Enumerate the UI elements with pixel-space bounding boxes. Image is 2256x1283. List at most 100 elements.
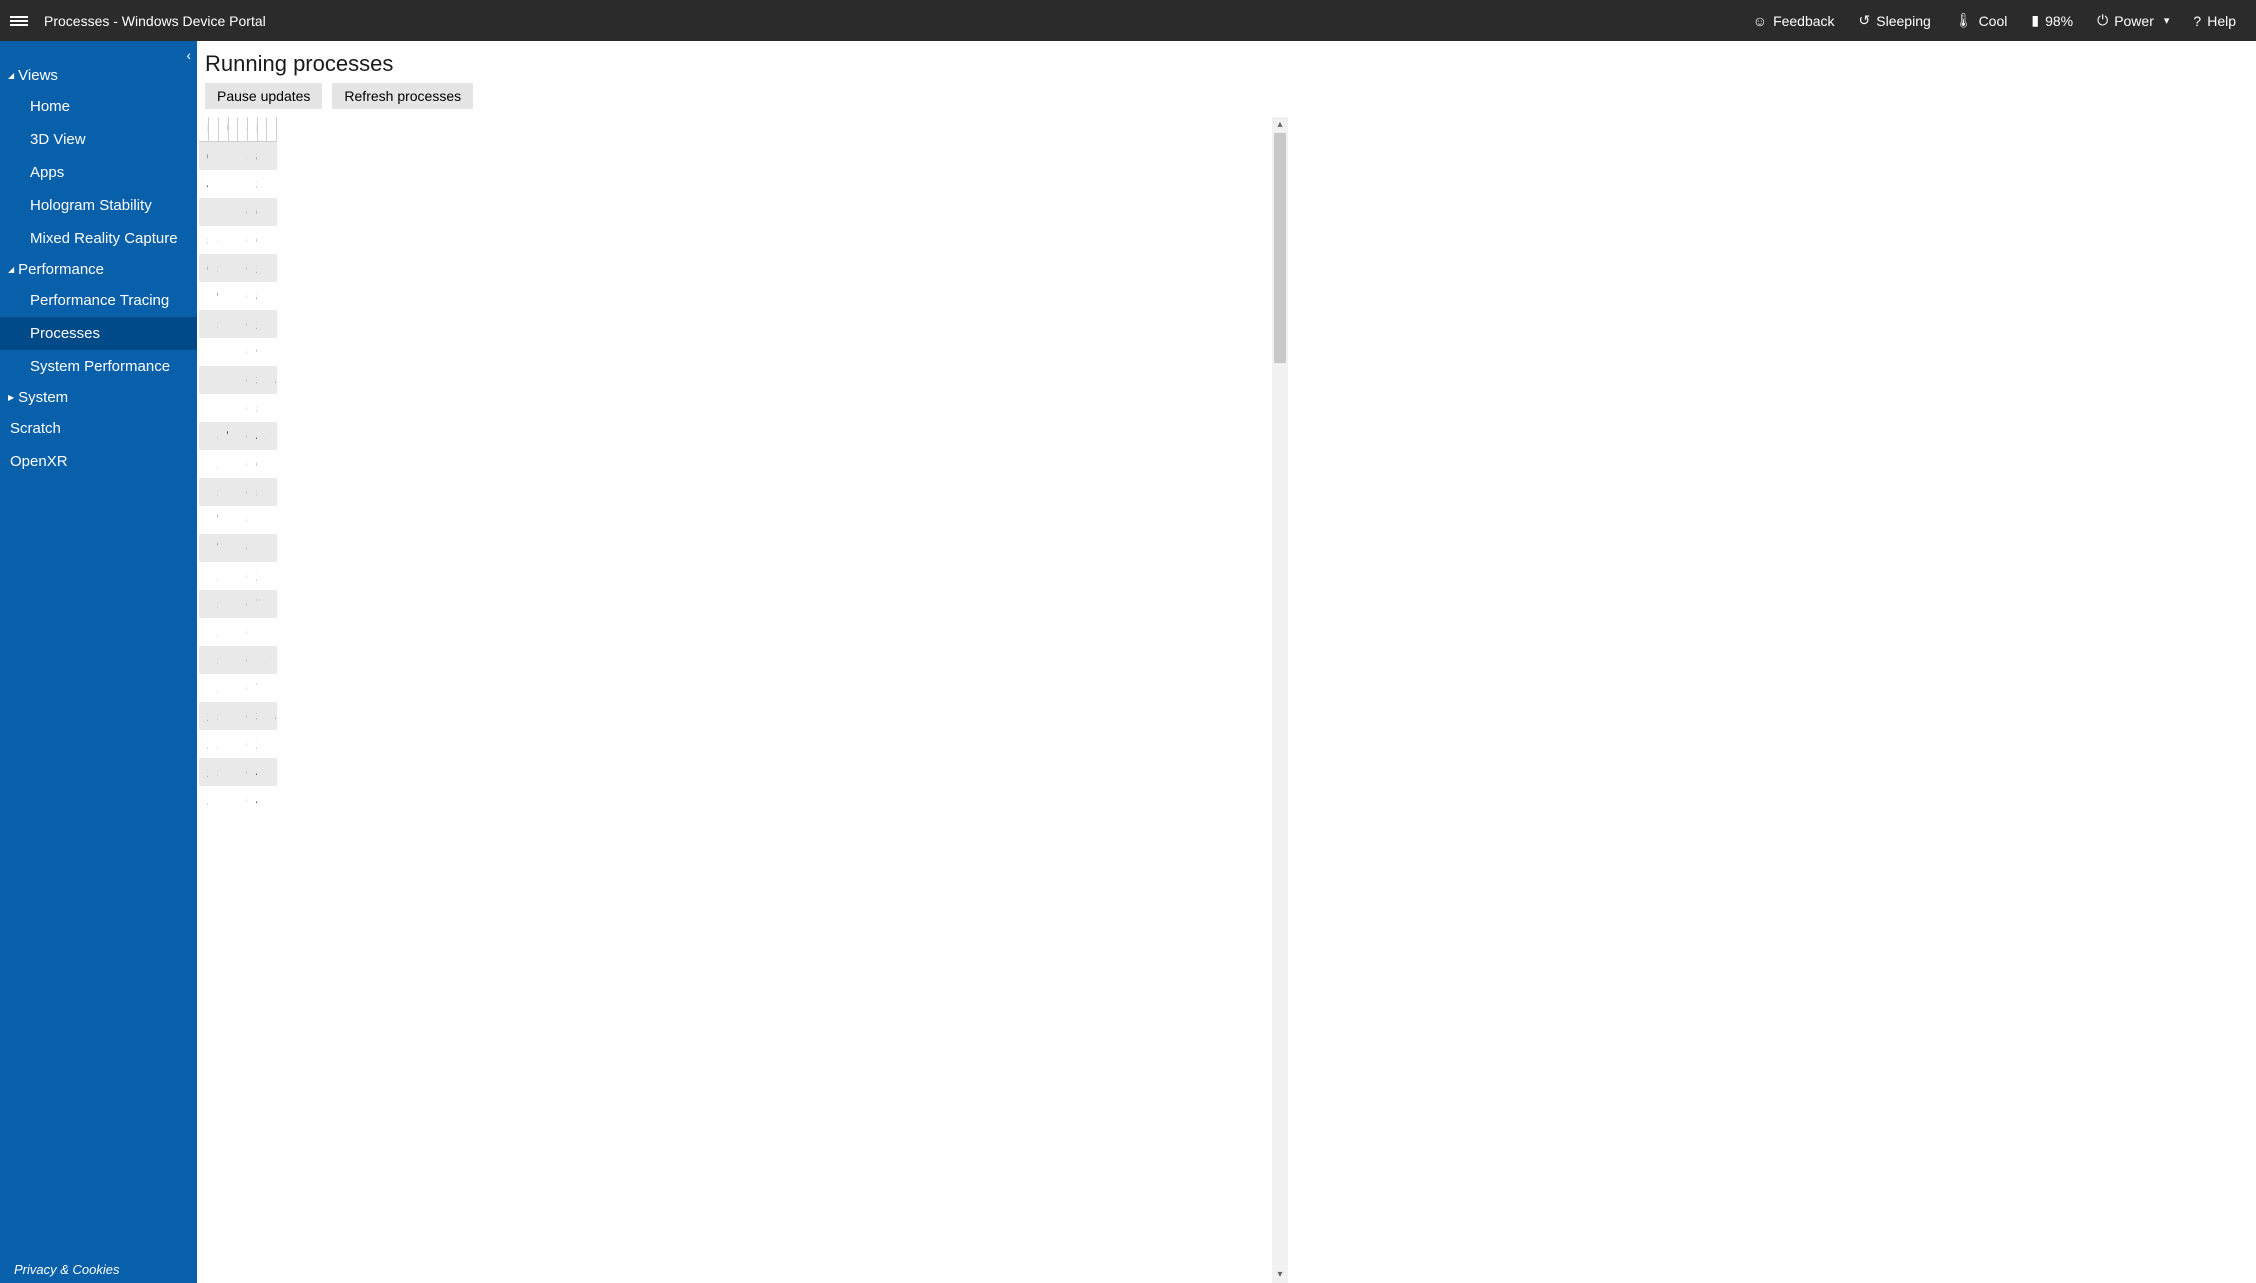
column-header-ws[interactable]: Working Set: [257, 117, 267, 142]
table-row[interactable]: 140NT AUTHORITY\SYSTEM00.00%6.2 MB32.8 M…: [199, 198, 277, 226]
cell-pid: 0: [199, 142, 209, 170]
table-row[interactable]: 1648WUDFHost.exeNT AUTHORITY\LOCAL …00.0…: [199, 534, 277, 562]
sidebar-group-views[interactable]: ◢Views: [0, 61, 197, 90]
cell-pid: 1200: [199, 366, 209, 394]
table-row[interactable]: 2260Spectrum.exeNT AUTHORITY\LOCAL …00.0…: [199, 786, 277, 814]
table-row[interactable]: 1916svchost.exeNT AUTHORITY\SYSTEM00.00%…: [199, 674, 277, 702]
table-row[interactable]: 564csrss.exeNT AUTHORITY\SYSTEM00.00%688…: [199, 226, 277, 254]
cell-cs: 2.0 MB: [267, 534, 277, 562]
table-row[interactable]: 1124wininit.exeNT AUTHORITY\SYSTEM00.00%…: [199, 282, 277, 310]
table-row[interactable]: 1292dwm.exeWindow Manager\DWM…00.00%413.…: [199, 422, 277, 450]
table-row[interactable]: 600smss.exeNT AUTHORITY\SYSTEM00.00%268.…: [199, 254, 277, 282]
sidebar-group-performance[interactable]: ◢Performance: [0, 255, 197, 284]
sidebar-item-apps[interactable]: Apps: [0, 156, 197, 189]
refresh-processes-button[interactable]: Refresh processes: [332, 83, 473, 109]
cell-cs: N/A: [267, 226, 277, 254]
table-row[interactable]: 2024svchost.exeNT AUTHORITY\LOCAL …00.00…: [199, 730, 277, 758]
sleep-label: Sleeping: [1876, 13, 1931, 29]
cell-pid: 1400: [199, 478, 209, 506]
hamburger-menu-icon[interactable]: [10, 14, 28, 28]
scroll-down-arrow-icon[interactable]: ▾: [1272, 1267, 1288, 1283]
scroll-up-arrow-icon[interactable]: ▴: [1272, 117, 1288, 133]
table-row[interactable]: 1164services.exeNT AUTHORITY\SYSTEM00.00…: [199, 310, 277, 338]
cell-sid: 0: [228, 310, 238, 338]
cell-cpu: 0.00%: [238, 366, 248, 394]
privacy-link[interactable]: Privacy & Cookies: [0, 1256, 197, 1283]
cell-pws: 268.0 KB: [247, 254, 257, 282]
table-row[interactable]: 4SystemNT AUTHORITY\SYSTEM014.58%32.0 KB…: [199, 170, 277, 198]
pause-updates-button[interactable]: Pause updates: [205, 83, 322, 109]
thermometer-icon: 🌡: [1955, 12, 1973, 29]
column-header-cpu[interactable]: CPU: [238, 117, 248, 142]
column-header-user[interactable]: User name: [218, 117, 228, 142]
column-header-cs[interactable]: Commit Size: [267, 117, 277, 142]
table-row[interactable]: 1852svchost.exeNT AUTHORITY\LOCAL …00.00…: [199, 618, 277, 646]
cell-pid: 1124: [199, 282, 209, 310]
sidebar-item-hologram-stability[interactable]: Hologram Stability: [0, 189, 197, 222]
cell-sid: 0: [228, 758, 238, 786]
cell-pws: 2.9 MB: [247, 310, 257, 338]
table-row[interactable]: 1200HoloCameraApp.exeREDMOND\ambillin00.…: [199, 366, 277, 394]
cell-pws: 1.1 MB: [247, 534, 257, 562]
thermal-status: 🌡 Cool: [1955, 12, 2008, 29]
sidebar-collapse-button[interactable]: ‹: [186, 47, 191, 63]
sidebar-item-system-performance[interactable]: System Performance: [0, 350, 197, 383]
table-row[interactable]: 1400svchost.exeNT AUTHORITY\NETWO…00.33%…: [199, 478, 277, 506]
sidebar-group-system[interactable]: ▶System: [0, 383, 197, 412]
cell-name: System Idle Process: [209, 142, 219, 170]
cell-user: HOLOLENS-P3NAQ6\De…: [218, 758, 228, 786]
history-icon: ↺: [1859, 12, 1871, 29]
cell-sid: 0: [228, 730, 238, 758]
feedback-label: Feedback: [1773, 13, 1834, 29]
table-row[interactable]: 1240NT AUTHORITY\SYSTEM00.00%59.9 MB59.9…: [199, 394, 277, 422]
cell-sid: 0: [228, 646, 238, 674]
table-row[interactable]: 1184lsass.exeNT AUTHORITY\SYSTEM00.00%9.…: [199, 338, 277, 366]
vertical-scrollbar[interactable]: ▴ ▾: [1272, 117, 1288, 1283]
cell-cs: 8.7 MB: [267, 590, 277, 618]
help-button[interactable]: ? Help: [2193, 13, 2236, 29]
sidebar-item-openxr[interactable]: OpenXR: [0, 445, 197, 478]
table-row[interactable]: 1860svchost.exeNT AUTHORITY\LOCAL …00.00…: [199, 646, 277, 674]
scroll-thumb[interactable]: [1274, 133, 1286, 363]
table-row[interactable]: 2016svchost.exeNT AUTHORITY\LOCAL …00.00…: [199, 702, 277, 730]
cell-ws: 17.6 MB: [257, 590, 267, 618]
cell-name: svchost.exe: [209, 674, 219, 702]
cell-pid: 1656: [199, 562, 209, 590]
column-header-pws[interactable]: Private Working Set: [247, 117, 257, 142]
table-row[interactable]: 1300svchost.exeNT AUTHORITY\SYSTEM00.00%…: [199, 450, 277, 478]
cell-ws: 128.0 KB: [257, 170, 267, 198]
cell-cpu: 0.00%: [238, 786, 248, 814]
battery-status: ▮ 98%: [2031, 12, 2073, 29]
cell-ws: 34.4 MB: [257, 674, 267, 702]
sidebar-item-3d-view[interactable]: 3D View: [0, 123, 197, 156]
cell-name: dwm.exe: [209, 422, 219, 450]
cell-user: NT AUTHORITY\SYSTEM: [218, 310, 228, 338]
cell-user: NT AUTHORITY\SYSTEM: [218, 198, 228, 226]
power-menu-button[interactable]: ⏻ Power: [2097, 12, 2169, 29]
cell-cpu: 0.00%: [238, 282, 248, 310]
cell-pws: 26.0 MB: [247, 562, 257, 590]
table-row[interactable]: 2216sihost.exeHOLOLENS-P3NAQ6\De…00.33%4…: [199, 758, 277, 786]
sidebar-item-home[interactable]: Home: [0, 90, 197, 123]
table-row[interactable]: 0System Idle ProcessNT AUTHORITY\SYSTEM0…: [199, 142, 277, 170]
sidebar-item-mixed-reality-capture[interactable]: Mixed Reality Capture: [0, 222, 197, 255]
table-row[interactable]: 1656svchost.exeNT AUTHORITY\SYSTEM00.00%…: [199, 562, 277, 590]
cell-sid: 0: [228, 170, 238, 198]
cell-cpu: 0.00%: [238, 338, 248, 366]
cell-pws: 3.1 MB: [247, 702, 257, 730]
column-header-pid[interactable]: PID: [199, 117, 209, 142]
cell-user: NT AUTHORITY\SYSTEM: [218, 142, 228, 170]
sidebar-item-scratch[interactable]: Scratch: [0, 412, 197, 445]
cell-cs: N/A: [267, 142, 277, 170]
sidebar-item-processes[interactable]: Processes: [0, 317, 197, 350]
column-header-name[interactable]: Name: [209, 117, 219, 142]
feedback-button[interactable]: ☺ Feedback: [1753, 13, 1835, 29]
cell-ws: 26.9 MB: [257, 450, 267, 478]
cell-ws: 6.8 MB: [257, 618, 267, 646]
sidebar-item-performance-tracing[interactable]: Performance Tracing: [0, 284, 197, 317]
table-row[interactable]: 1460WUDFHost.exeNT AUTHORITY\LOCAL …00.3…: [199, 506, 277, 534]
column-header-sid[interactable]: Session Id: [228, 117, 238, 142]
table-row[interactable]: 1796svchost.exeNT AUTHORITY\LOCAL …00.00…: [199, 590, 277, 618]
cell-pws: 5.2 MB: [247, 478, 257, 506]
cell-cs: 39.1 MB: [267, 562, 277, 590]
